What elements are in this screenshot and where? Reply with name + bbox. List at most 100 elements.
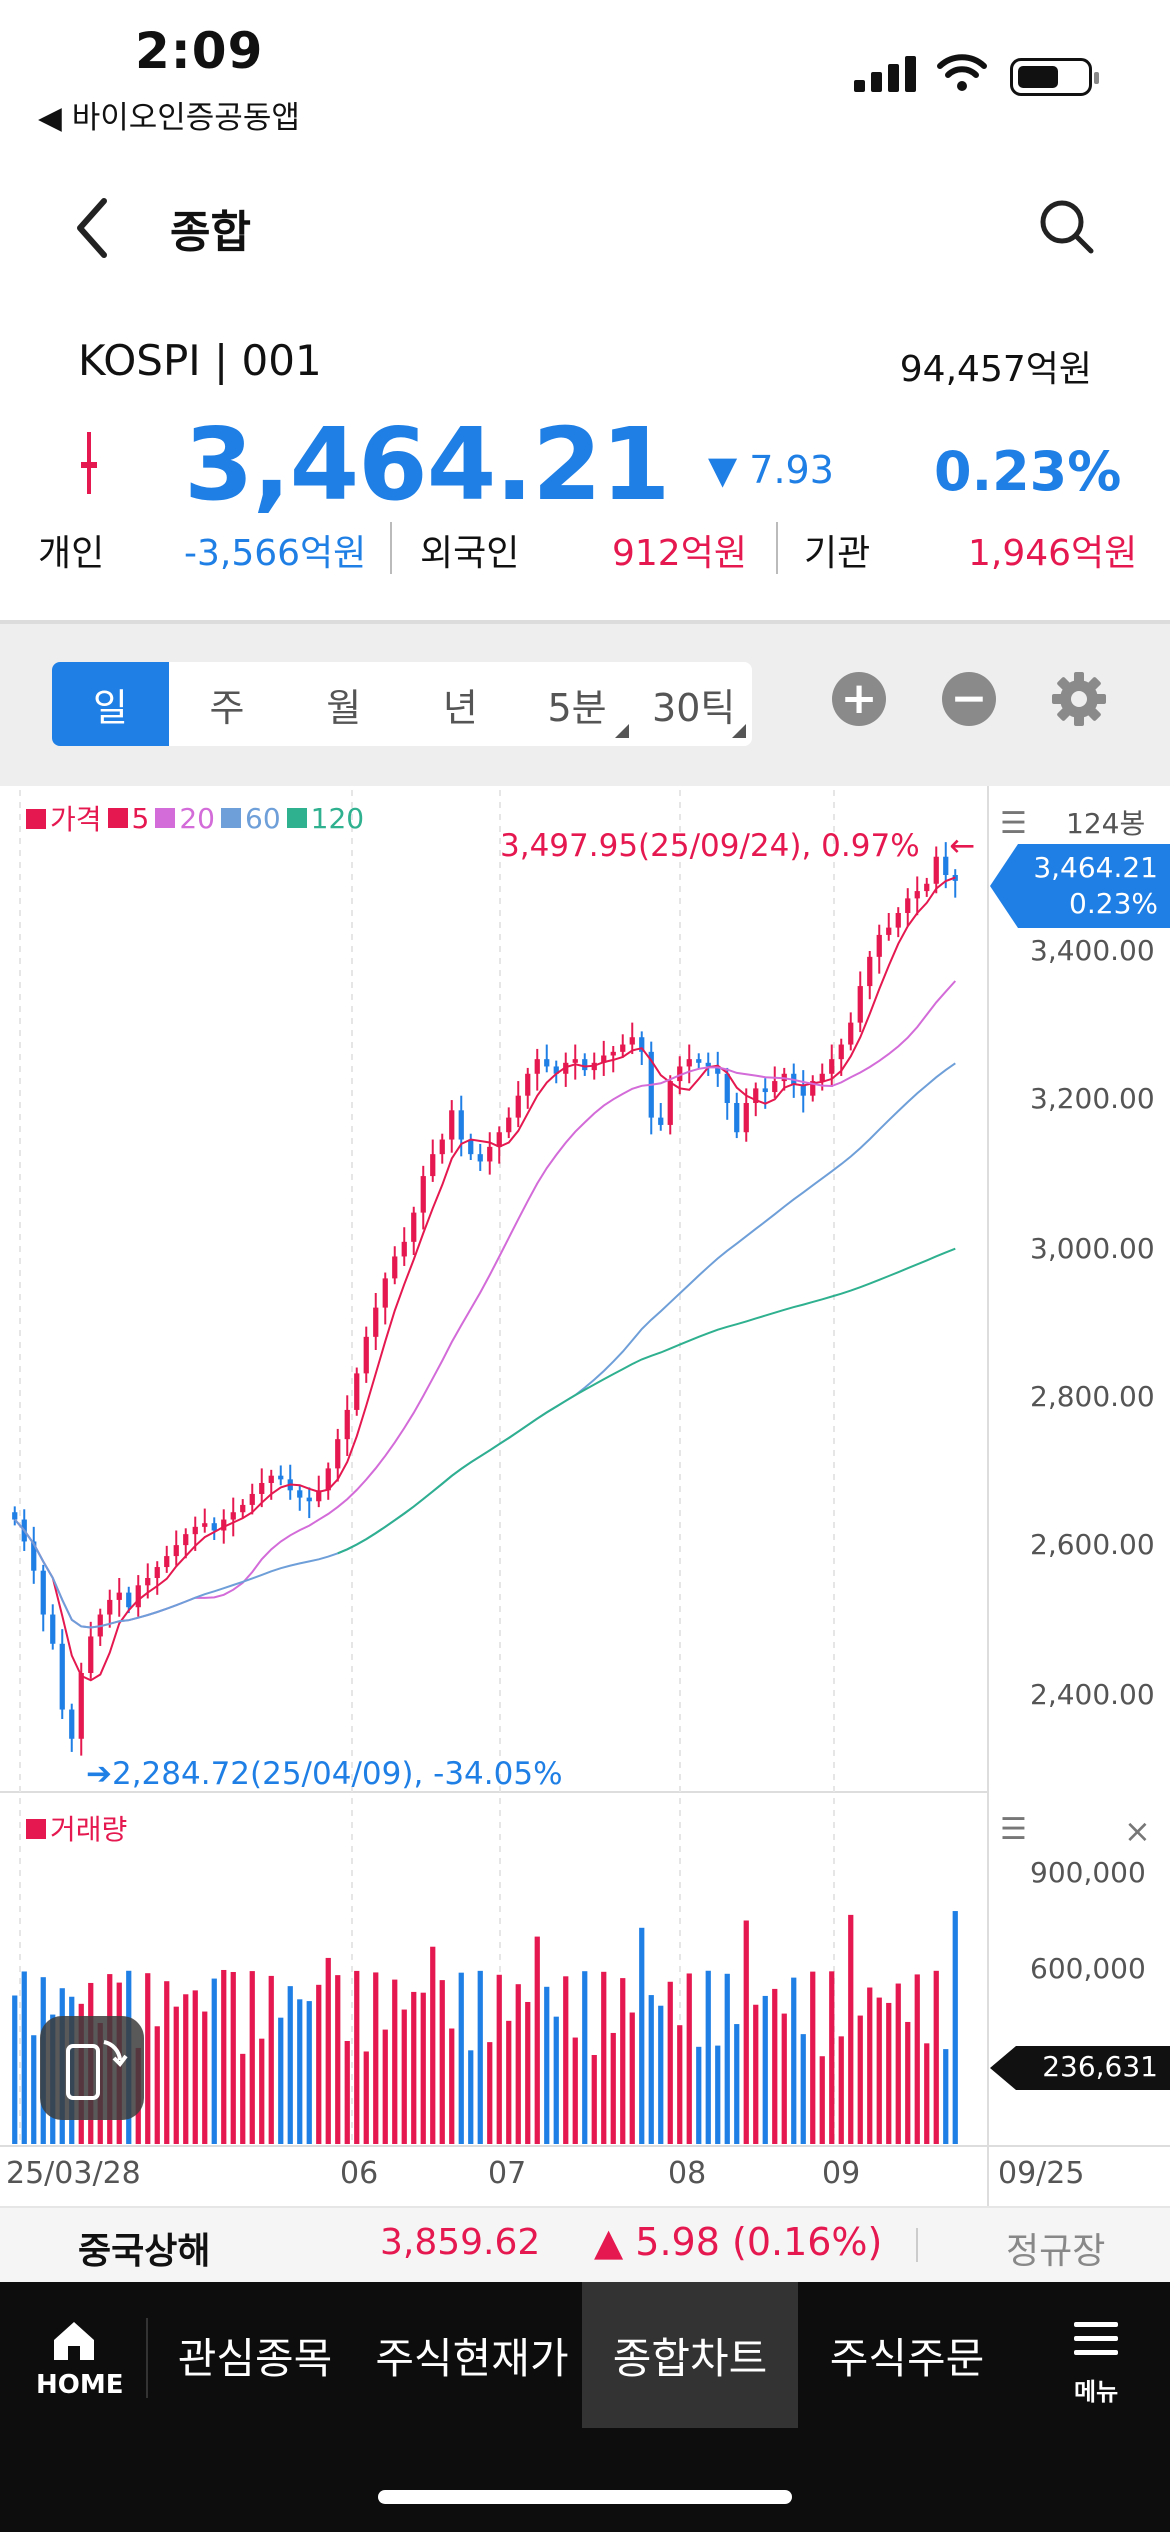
volume-bar [287, 1986, 293, 2144]
zoom-in-button[interactable]: + [832, 672, 886, 726]
candle-body [477, 1154, 483, 1162]
volume-bar [211, 1978, 217, 2144]
candle-body [496, 1132, 502, 1147]
y-tick: 3,400.00 [1030, 934, 1155, 967]
volume-bar [810, 1971, 816, 2144]
candle-body [183, 1534, 189, 1546]
volume-menu-icon[interactable]: ☰ [1000, 1812, 1027, 1847]
volume-bar [620, 1978, 626, 2144]
period-day[interactable]: 일 [52, 662, 169, 746]
volume-bar [430, 1946, 436, 2144]
legend-swatch [26, 1819, 46, 1839]
y-tick: 2,800.00 [1030, 1380, 1155, 1413]
volume-bar [677, 2025, 683, 2144]
volume-bar [743, 1920, 749, 2144]
volume-bar [952, 1911, 958, 2144]
candle-body [886, 927, 892, 935]
volume-bar [715, 2045, 721, 2144]
ticker-name: 중국상해 [78, 2231, 211, 2272]
nav-watchlist[interactable]: 관심종목 [150, 2282, 360, 2428]
candle-body [240, 1504, 246, 1513]
period-5min[interactable]: 5분 [519, 662, 636, 746]
x-tick: 06 [340, 2156, 379, 2191]
candle-body [202, 1523, 208, 1527]
period-week[interactable]: 주 [169, 662, 286, 746]
zoom-out-button[interactable]: − [942, 672, 996, 726]
period-month[interactable]: 월 [285, 662, 402, 746]
volume-bar [658, 2005, 664, 2144]
nav-home-label[interactable]: HOME [36, 2370, 124, 2400]
volume-bar [829, 1971, 835, 2144]
battery-icon [1010, 58, 1099, 96]
back-to-app-link[interactable]: ◀ 바이오인증공동앱 [38, 92, 300, 137]
home-icon[interactable] [50, 2318, 98, 2362]
volume-title: 거래량 [50, 1813, 128, 1846]
candle-body [40, 1570, 46, 1615]
candle-body [838, 1044, 844, 1060]
home-indicator [378, 2490, 792, 2504]
nav-chart[interactable]: 종합차트 [582, 2282, 798, 2428]
volume-bar [534, 1936, 540, 2144]
volume-bar [582, 1971, 588, 2144]
period-30tick[interactable]: 30틱 [635, 662, 752, 746]
search-icon[interactable] [1036, 196, 1096, 256]
candle-body [449, 1110, 455, 1140]
nav-order[interactable]: 주식주문 [800, 2282, 1014, 2428]
page-title: 종합 [170, 207, 251, 258]
candle-body [59, 1643, 65, 1710]
x-tick: 09 [822, 2156, 861, 2191]
legend-label: 120 [310, 801, 365, 835]
volume-bar [21, 1971, 27, 2144]
volume-bar [772, 1988, 778, 2144]
volume-bar [563, 1976, 569, 2144]
volume-bar [838, 2036, 844, 2144]
high-annotation: 3,497.95(25/09/24), 0.97% ← [500, 828, 975, 864]
candle-body [772, 1081, 778, 1093]
nav-stock-quote[interactable]: 주식현재가 [362, 2282, 582, 2428]
legend-label: 20 [179, 801, 215, 835]
candle-body [848, 1022, 854, 1045]
gear-icon[interactable] [1050, 670, 1108, 728]
y-tick: 2,400.00 [1030, 1678, 1155, 1711]
close-volume-icon[interactable]: × [1124, 1812, 1151, 1850]
y-tick: 3,200.00 [1030, 1082, 1155, 1115]
volume-bar [297, 1999, 303, 2144]
volume-bar [572, 2037, 578, 2144]
candle-body [259, 1483, 265, 1494]
price-change-pct: 0.23% [934, 440, 1122, 503]
volume-bar [734, 2024, 740, 2144]
volume-bar [905, 2021, 911, 2144]
ticker-change: ▲ 5.98 (0.16%) [594, 2220, 883, 2264]
candle-body [401, 1241, 407, 1257]
x-tick: 08 [668, 2156, 707, 2191]
x-tick: 25/03/28 [6, 2156, 141, 2191]
candle-body [515, 1095, 521, 1118]
candle-body [164, 1556, 170, 1568]
volume-bar [924, 2043, 930, 2144]
volume-bar [867, 1987, 873, 2144]
price-chart[interactable] [0, 786, 1170, 2206]
volume-bar [335, 1975, 341, 2144]
volume-bar [145, 1973, 151, 2144]
legend-swatch [286, 807, 307, 828]
chart-menu-icon[interactable]: ☰ [1000, 806, 1027, 841]
volume-bar [819, 2056, 825, 2144]
period-5min-label: 5분 [547, 685, 607, 730]
volume-bar [382, 2029, 388, 2144]
chart-legend: 가격 5 20 60 120 [26, 798, 364, 838]
menu-icon[interactable] [1074, 2322, 1118, 2364]
nav-menu-label[interactable]: 메뉴 [1074, 2372, 1118, 2407]
volume-bar [183, 1994, 189, 2144]
volume-bar [781, 2013, 787, 2144]
period-year[interactable]: 년 [402, 662, 519, 746]
legend-label: 가격 [50, 803, 102, 836]
turnover-amount: 94,457억원 [899, 349, 1092, 390]
rotate-screen-icon[interactable] [40, 2016, 144, 2120]
volume-bar [449, 2028, 455, 2144]
back-chevron-icon[interactable] [68, 195, 118, 261]
candle-body [430, 1154, 436, 1177]
candle-body [78, 1673, 84, 1739]
y-tick: 2,600.00 [1030, 1528, 1155, 1561]
volume-y-tick: 600,000 [1030, 1952, 1146, 1985]
ma-line-60 [14, 1062, 956, 1629]
